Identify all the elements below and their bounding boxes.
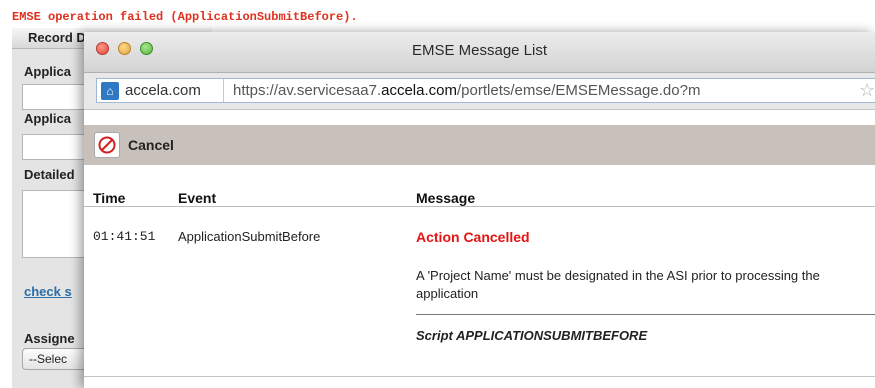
window-title: EMSE Message List — [411, 42, 548, 59]
row-script: Script APPLICATIONSUBMITBEFORE — [416, 328, 648, 343]
row-time: 01:41:51 — [93, 229, 156, 244]
header-message: Message — [416, 190, 476, 206]
row-status: Action Cancelled — [416, 229, 530, 245]
toolbar: Cancel — [84, 125, 875, 165]
table-header: Time Event Message — [84, 165, 875, 206]
window-titlebar[interactable]: EMSE Message List — [84, 32, 875, 73]
site-icon: ⌂ — [101, 82, 119, 100]
field-label-2: Applica — [24, 111, 71, 126]
row-description: A 'Project Name' must be designated in t… — [416, 268, 820, 301]
url-domain: accela.com — [381, 82, 457, 99]
cancel-label: Cancel — [128, 137, 174, 153]
header-event: Event — [178, 190, 217, 206]
url-bar: ⌂ accela.com https://av.servicesaa7.acce… — [84, 73, 875, 110]
field-label-3: Detailed — [24, 167, 75, 182]
star-icon[interactable]: ☆ — [859, 80, 875, 101]
emse-message-window: EMSE Message List ⌂ accela.com https://a… — [84, 32, 875, 388]
row-divider — [416, 314, 875, 315]
field-label-1: Applica — [24, 64, 71, 79]
url-suffix: /portlets/emse/EMSEMessage.do?m — [457, 82, 701, 99]
url-prefix: https://av.servicesaa7. — [233, 82, 382, 99]
bottom-divider — [84, 376, 875, 377]
error-message: EMSE operation failed (ApplicationSubmit… — [12, 10, 358, 24]
site-name: accela.com — [125, 82, 201, 99]
assigned-label: Assigne — [24, 331, 75, 346]
header-time: Time — [93, 190, 126, 206]
check-spelling-link[interactable]: check s — [24, 284, 72, 299]
url-field[interactable]: ⌂ accela.com https://av.servicesaa7.acce… — [96, 78, 875, 103]
header-divider — [84, 206, 875, 207]
row-event: ApplicationSubmitBefore — [178, 229, 321, 244]
cancel-icon — [94, 132, 120, 158]
url-divider — [223, 79, 224, 102]
url-text: https://av.servicesaa7.accela.com/portle… — [233, 82, 700, 99]
assigned-select[interactable]: --Selec — [22, 348, 92, 370]
